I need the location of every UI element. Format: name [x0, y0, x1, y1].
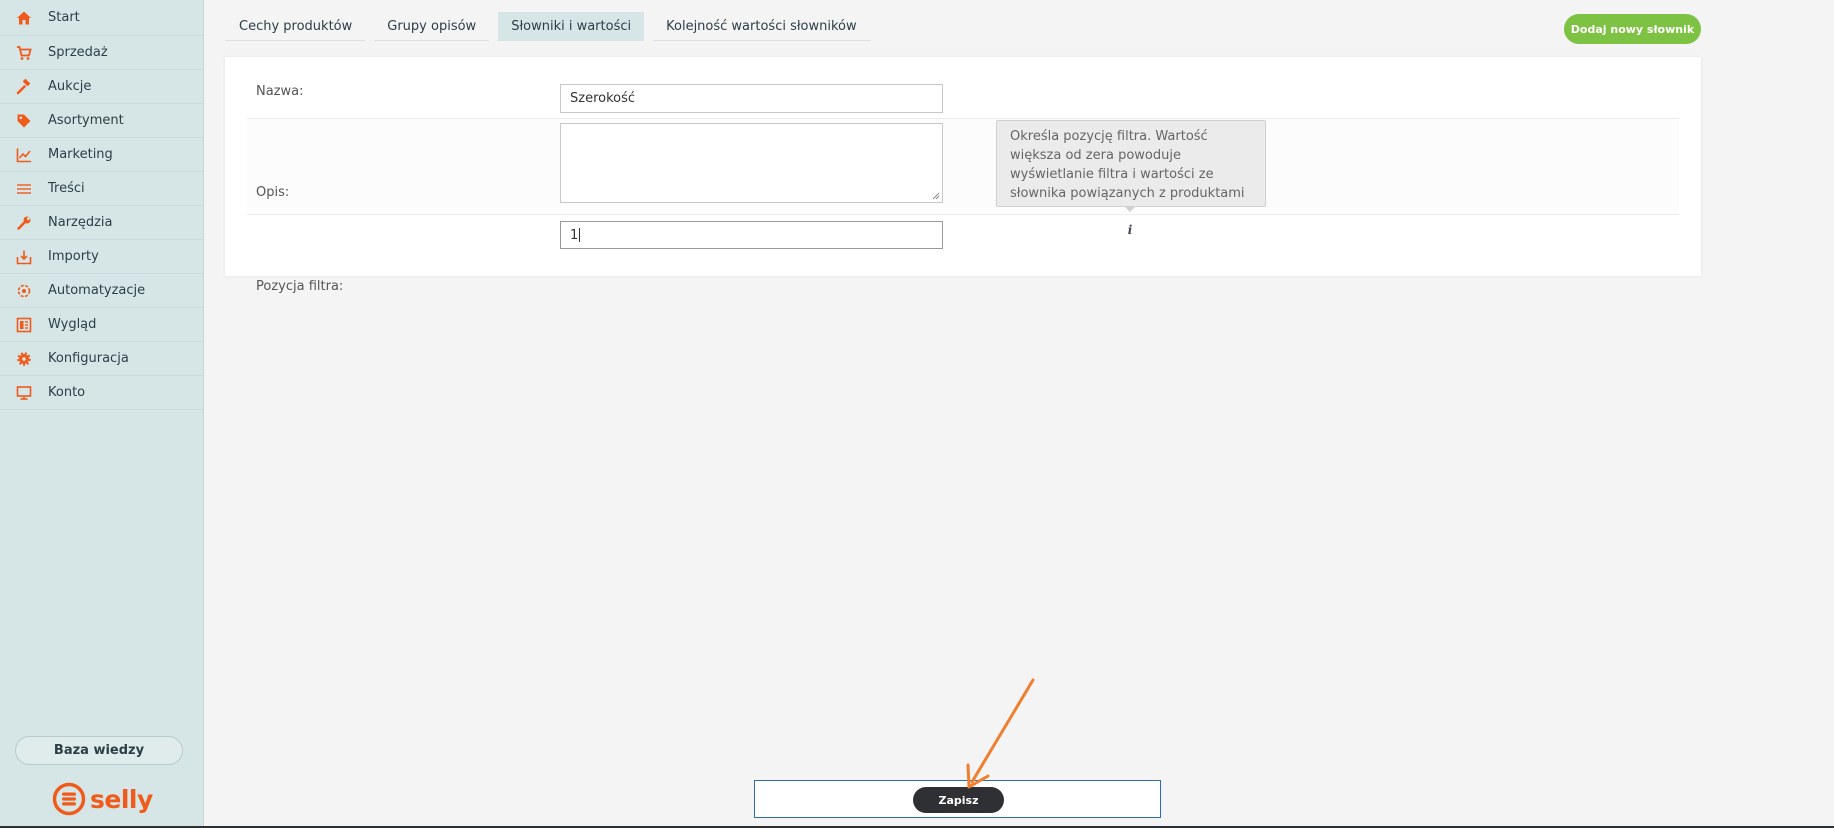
home-icon: [0, 10, 48, 26]
top-tabs: Cechy produktów Grupy opisów Słowniki i …: [226, 12, 870, 41]
knowledge-base-button[interactable]: Baza wiedzy: [15, 736, 183, 765]
sidebar-nav: Start Sprzedaż Aukcje Asortyment Marketing Tr…: [0, 0, 203, 410]
filter-position-value: 1: [570, 227, 579, 243]
sidebar-item-marketing[interactable]: Marketing: [0, 138, 203, 172]
name-input[interactable]: Szerokość: [560, 84, 943, 113]
sidebar-item-aukcje[interactable]: Aukcje: [0, 70, 203, 104]
sidebar-item-label: Sprzedaż: [48, 45, 108, 60]
gear-cycle-icon: [0, 283, 48, 299]
cart-icon: [0, 45, 48, 61]
selly-logo: selly: [52, 782, 153, 816]
tab-grupy-opisow[interactable]: Grupy opisów: [374, 12, 490, 41]
sidebar-item-label: Narzędzia: [48, 215, 113, 230]
sidebar-item-sprzedaz[interactable]: Sprzedaż: [0, 36, 203, 70]
tooltip-text: Określa pozycję filtra. Wartość większa …: [1010, 129, 1245, 201]
tooltip-arrow: [1124, 206, 1136, 212]
tab-slowniki-i-wartosci[interactable]: Słowniki i wartości: [498, 12, 645, 41]
sidebar-item-asortyment[interactable]: Asortyment: [0, 104, 203, 138]
add-dictionary-button[interactable]: Dodaj nowy słownik: [1564, 14, 1701, 44]
selly-logo-icon: [52, 782, 86, 816]
monitor-icon: [0, 385, 48, 401]
sidebar-item-konfiguracja[interactable]: Konfiguracja: [0, 342, 203, 376]
gavel-icon: [0, 78, 48, 95]
sidebar-item-label: Marketing: [48, 147, 113, 162]
name-label: Nazwa:: [256, 84, 304, 99]
tab-kolejnosc-wartosci[interactable]: Kolejność wartości słowników: [653, 12, 870, 41]
sidebar-item-start[interactable]: Start: [0, 0, 203, 36]
description-textarea[interactable]: [560, 123, 943, 203]
wrench-icon: [0, 215, 48, 231]
sidebar-item-konto[interactable]: Konto: [0, 376, 203, 410]
import-icon: [0, 249, 48, 265]
filter-position-tooltip: Określa pozycję filtra. Wartość większa …: [996, 120, 1266, 207]
sidebar-item-automatyzacje[interactable]: Automatyzacje: [0, 274, 203, 308]
info-icon[interactable]: i: [1121, 221, 1139, 239]
sidebar-item-label: Wygląd: [48, 317, 97, 332]
filter-position-input[interactable]: 1: [560, 221, 943, 249]
sidebar-item-label: Automatyzacje: [48, 283, 146, 298]
tab-cechy-produktow[interactable]: Cechy produktów: [226, 12, 366, 41]
sidebar-item-label: Start: [48, 10, 80, 25]
form-panel: Nazwa: Opis: Pozycja filtra:: [225, 57, 1701, 294]
sidebar-item-narzedzia[interactable]: Narzędzia: [0, 206, 203, 240]
form-row-description: Opis:: [247, 119, 1679, 215]
sidebar-item-label: Asortyment: [48, 113, 124, 128]
tag-icon: [0, 113, 48, 129]
chart-line-icon: [0, 147, 48, 163]
form-row-name: Nazwa:: [247, 57, 1679, 119]
layout-icon: [0, 317, 48, 333]
sidebar-item-label: Konfiguracja: [48, 351, 129, 366]
sidebar: Start Sprzedaż Aukcje Asortyment Marketing Tr…: [0, 0, 204, 828]
cog-icon: [0, 351, 48, 367]
sidebar-item-label: Konto: [48, 385, 86, 400]
annotation-arrow-icon: [966, 678, 1035, 789]
sidebar-item-importy[interactable]: Importy: [0, 240, 203, 274]
description-label: Opis:: [256, 185, 290, 200]
sidebar-item-label: Importy: [48, 249, 99, 264]
sidebar-item-label: Treści: [48, 181, 85, 196]
text-caret: [579, 228, 581, 242]
position-label: Pozycja filtra:: [256, 279, 344, 294]
logo-text: selly: [90, 784, 153, 814]
name-input-value: Szerokość: [570, 91, 636, 106]
resize-handle-icon[interactable]: [932, 192, 940, 200]
sidebar-item-wyglad[interactable]: Wygląd: [0, 308, 203, 342]
sidebar-item-tresci[interactable]: Treści: [0, 172, 203, 206]
form-row-position: Pozycja filtra:: [247, 215, 1679, 294]
lines-icon: [0, 181, 48, 197]
sidebar-item-label: Aukcje: [48, 79, 92, 94]
